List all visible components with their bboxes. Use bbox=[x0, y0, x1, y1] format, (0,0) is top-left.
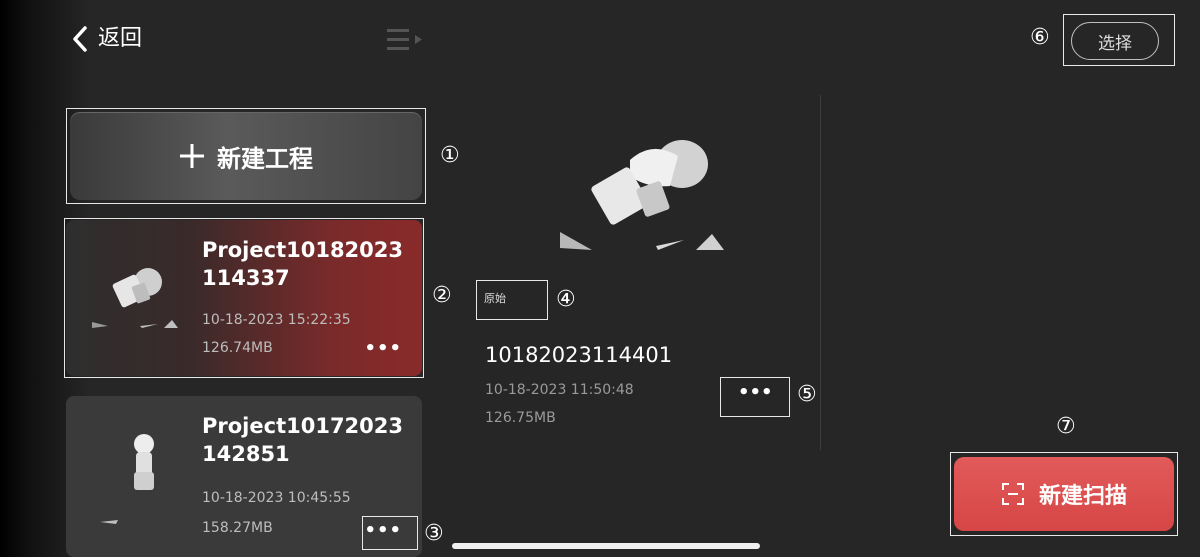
annotation-1: ① bbox=[440, 143, 460, 168]
new-project-button[interactable]: 新建工程 bbox=[70, 112, 422, 200]
new-project-label: 新建工程 bbox=[217, 144, 313, 173]
project-title: Project10172023142851 bbox=[202, 414, 403, 466]
scan-date: 10-18-2023 11:50:48 bbox=[485, 382, 634, 398]
project-date: 10-18-2023 10:45:55 bbox=[202, 490, 351, 506]
new-scan-button[interactable]: 新建扫描 bbox=[954, 457, 1174, 531]
new-scan-label: 新建扫描 bbox=[1038, 484, 1127, 509]
menu-collapse-icon[interactable] bbox=[387, 26, 427, 54]
annotation-5: ⑤ bbox=[797, 382, 817, 407]
annotation-7: ⑦ bbox=[1056, 414, 1076, 439]
scan-size: 126.75MB bbox=[485, 410, 556, 426]
annotation-2: ② bbox=[432, 283, 452, 308]
annotation-4: ④ bbox=[556, 287, 576, 312]
home-indicator[interactable] bbox=[452, 543, 760, 549]
plus-icon bbox=[180, 144, 204, 168]
annotation-3: ③ bbox=[424, 521, 444, 546]
scan-name: 10182023114401 bbox=[485, 343, 673, 367]
scan-frame-icon bbox=[1001, 483, 1024, 505]
annotation-box-more bbox=[362, 516, 418, 550]
project-size: 158.27MB bbox=[202, 520, 273, 536]
divider bbox=[820, 95, 821, 450]
scan-thumbnail[interactable] bbox=[552, 130, 732, 260]
back-label: 返回 bbox=[98, 26, 143, 51]
back-button[interactable]: 返回 bbox=[72, 24, 142, 54]
select-button[interactable]: 选择 bbox=[1071, 22, 1159, 60]
more-dots-icon[interactable]: ••• bbox=[738, 382, 773, 403]
annotation-box-project-card bbox=[64, 218, 424, 378]
scan-tag: 原始 bbox=[484, 292, 506, 305]
chevron-left-icon bbox=[73, 26, 87, 52]
project-screen: 返回 ⑥ 选择 新建工程 ① Project10182023114337 10-… bbox=[0, 0, 1200, 557]
project-thumbnail bbox=[100, 434, 154, 524]
annotation-6: ⑥ bbox=[1030, 25, 1050, 50]
